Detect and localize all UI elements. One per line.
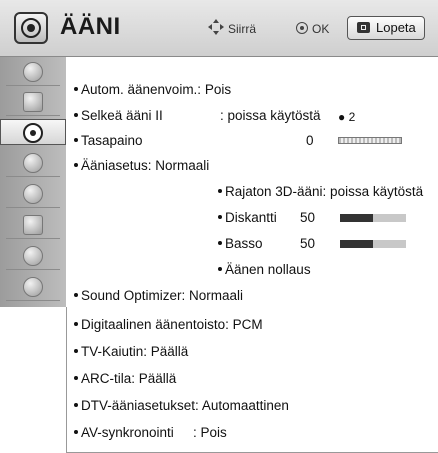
move-hint-label: Siirrä (228, 22, 257, 36)
navigation-arrows-icon (208, 19, 224, 35)
bass-value: 50 (300, 236, 316, 251)
sidebar-item-lock[interactable] (6, 181, 60, 208)
auto-volume-label: Autom. äänenvoim.: Pois (81, 82, 232, 97)
treble-slider-fill (340, 214, 373, 222)
treble-label: Diskantti (225, 210, 277, 225)
sound-icon (23, 123, 43, 143)
sound-menu-icon (14, 12, 48, 44)
exit-key-icon (357, 22, 370, 33)
digital-output-label: Digitaalinen äänentoisto: PCM (81, 317, 263, 332)
sidebar-item-time[interactable] (6, 150, 60, 177)
menu-item-infinite-3d[interactable]: Rajaton 3D-ääni: poissa käytöstä (218, 184, 423, 199)
clear-voice-level: ● 2 (338, 110, 355, 124)
network-icon (23, 246, 43, 266)
move-hint: Siirrä (208, 19, 257, 36)
help-icon (23, 277, 43, 297)
exit-button[interactable]: Lopeta (347, 16, 425, 40)
menu-item-clear-voice[interactable]: Selkeä ääni II (74, 108, 163, 123)
clear-voice-value: : poissa käytöstä (220, 108, 321, 123)
sound-setting-label: Ääniasetus: Normaali (81, 158, 210, 173)
av-sync-value: : Pois (193, 425, 227, 440)
screen-icon (23, 92, 43, 112)
menu-item-auto-volume[interactable]: Autom. äänenvoim.: Pois (74, 82, 231, 97)
sound-optimizer-label: Sound Optimizer: Normaali (81, 288, 244, 303)
infinite-3d-label: Rajaton 3D-ääni: poissa käytöstä (225, 184, 424, 199)
sound-reset-label: Äänen nollaus (225, 262, 311, 277)
menu-item-bass[interactable]: Basso (218, 236, 263, 251)
bass-slider-fill (340, 240, 373, 248)
option-icon (23, 215, 43, 235)
panel-border-left (66, 307, 67, 453)
menu-item-balance[interactable]: Tasapaino (74, 133, 143, 148)
tv-speaker-label: TV-Kaiutin: Päällä (81, 344, 189, 359)
menu-item-tv-speaker[interactable]: TV-Kaiutin: Päällä (74, 344, 188, 359)
lock-icon (23, 184, 43, 204)
clear-voice-icon: ● (338, 110, 346, 124)
balance-slider[interactable] (338, 137, 402, 144)
sidebar-item-option[interactable] (6, 212, 60, 239)
category-sidebar (0, 57, 66, 307)
menu-item-av-sync[interactable]: AV-synkronointi (74, 425, 174, 440)
sidebar-item-help[interactable] (6, 274, 60, 301)
menu-item-sound-reset[interactable]: Äänen nollaus (218, 262, 311, 277)
picture-icon (23, 62, 43, 82)
bass-label: Basso (225, 236, 263, 251)
menu-item-sound-optimizer[interactable]: Sound Optimizer: Normaali (74, 288, 243, 303)
sidebar-item-screen[interactable] (6, 89, 60, 116)
time-icon (23, 153, 43, 173)
balance-label: Tasapaino (81, 133, 143, 148)
arc-label: ARC-tila: Päällä (81, 371, 177, 386)
treble-slider[interactable] (340, 214, 406, 222)
sidebar-item-picture[interactable] (6, 59, 60, 86)
menu-item-sound-setting[interactable]: Ääniasetus: Normaali (74, 158, 209, 173)
dtv-audio-label: DTV-ääniasetukset: Automaattinen (81, 398, 289, 413)
av-sync-label: AV-synkronointi (81, 425, 174, 440)
clear-voice-label: Selkeä ääni II (81, 108, 163, 123)
page-title: ÄÄNI (60, 13, 121, 40)
ok-hint-label: OK (312, 22, 330, 36)
menu-item-dtv-audio[interactable]: DTV-ääniasetukset: Automaattinen (74, 398, 289, 413)
ok-button-icon (296, 22, 308, 34)
balance-value: 0 (306, 133, 314, 148)
bass-slider[interactable] (340, 240, 406, 248)
sidebar-item-network[interactable] (6, 243, 60, 270)
ok-hint: OK (296, 22, 329, 36)
menu-item-digital-output[interactable]: Digitaalinen äänentoisto: PCM (74, 317, 263, 332)
sidebar-item-sound[interactable] (0, 119, 66, 145)
clear-voice-level-value: 2 (348, 110, 356, 124)
exit-button-label: Lopeta (376, 20, 416, 35)
menu-header: ÄÄNI Siirrä OK Lopeta (0, 0, 438, 57)
treble-value: 50 (300, 210, 316, 225)
menu-item-treble[interactable]: Diskantti (218, 210, 277, 225)
menu-item-arc[interactable]: ARC-tila: Päällä (74, 371, 176, 386)
